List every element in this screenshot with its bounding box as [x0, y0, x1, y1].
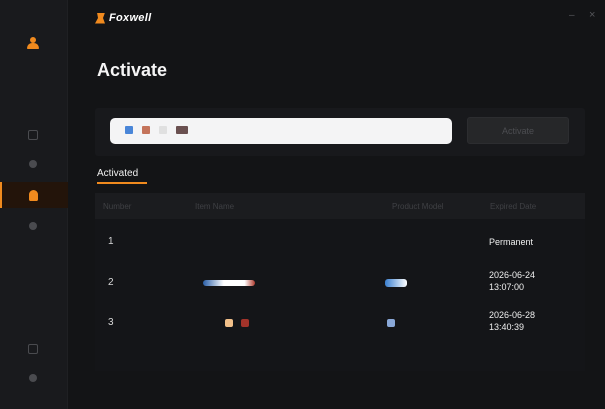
activated-table: Number Item Name Product Model Expired D… [95, 193, 585, 371]
activate-button[interactable]: Activate [467, 117, 569, 144]
expired-date-line1: 2026-06-24 [489, 270, 536, 280]
settings-icon[interactable] [24, 217, 42, 235]
item-name-redacted [225, 319, 233, 327]
column-header-expired-date: Expired Date [490, 202, 537, 211]
row-number: 2 [108, 277, 114, 288]
column-header-number: Number [103, 202, 132, 211]
item-name-redacted-2 [241, 319, 249, 327]
column-header-item-name: Item Name [195, 202, 235, 211]
item-name-redacted [203, 280, 255, 286]
close-icon[interactable]: × [589, 9, 595, 21]
tab-underline [97, 182, 147, 184]
app-window: Foxwell – × Activate Activate Activated … [0, 0, 605, 409]
tab-activated[interactable]: Activated [97, 168, 138, 179]
user-icon[interactable] [24, 34, 42, 52]
expired-date: Permanent [489, 237, 534, 247]
page-title: Activate [97, 60, 168, 80]
brand-name: Foxwell [109, 12, 152, 24]
minimize-icon[interactable]: – [569, 10, 575, 21]
row-number: 1 [108, 236, 114, 247]
product-model-redacted [385, 279, 407, 287]
brand-logo: Foxwell [95, 12, 151, 24]
expired-date-line1: 2026-06-28 [489, 310, 536, 320]
activate-icon[interactable] [24, 186, 42, 204]
sidebar [0, 0, 68, 409]
expired-date-line2: 13:07:00 [489, 282, 525, 292]
device-icon[interactable] [24, 155, 42, 173]
help-icon[interactable] [24, 340, 42, 358]
product-model-redacted [387, 319, 395, 327]
table-header: Number Item Name Product Model Expired D… [95, 193, 585, 219]
row-number: 3 [108, 317, 114, 328]
logo-icon [95, 12, 105, 24]
column-header-product-model: Product Model [392, 202, 444, 211]
expired-date-line2: 13:40:39 [489, 322, 525, 332]
list-icon[interactable] [24, 126, 42, 144]
activation-code-masked [125, 126, 188, 134]
info-icon[interactable] [24, 369, 42, 387]
